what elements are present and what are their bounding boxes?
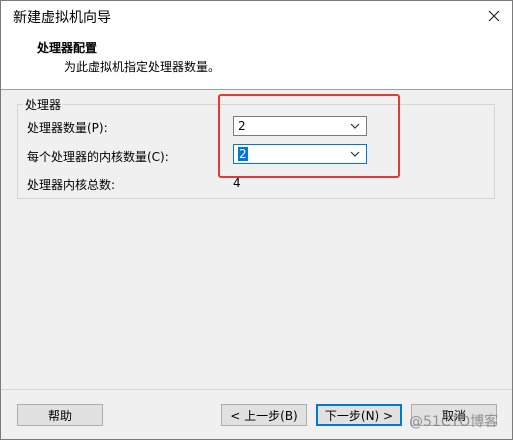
footer-divider bbox=[1, 389, 512, 390]
watermark: @51CTO博客 bbox=[409, 414, 499, 430]
close-button[interactable] bbox=[476, 1, 512, 31]
groupbox-legend: 处理器 bbox=[23, 96, 64, 113]
wizard-window: 新建虚拟机向导 处理器配置 为此虚拟机指定处理器数量。 处理器 处理器数量(P)… bbox=[0, 0, 513, 440]
window-title: 新建虚拟机向导 bbox=[13, 10, 111, 26]
back-button[interactable]: < 上一步(B) bbox=[221, 404, 307, 426]
title-bar: 新建虚拟机向导 bbox=[1, 1, 512, 31]
help-button[interactable]: 帮助 bbox=[17, 404, 103, 426]
page-title: 处理器配置 bbox=[37, 41, 98, 55]
wizard-header: 处理器配置 为此虚拟机指定处理器数量。 bbox=[1, 31, 512, 90]
annotation-highlight-box bbox=[218, 94, 400, 178]
total-cores-value: 4 bbox=[233, 176, 241, 190]
cores-label: 每个处理器的内核数量(C): bbox=[27, 150, 169, 164]
processors-label: 处理器数量(P): bbox=[27, 121, 108, 135]
next-button[interactable]: 下一步(N) > bbox=[316, 404, 402, 426]
close-icon bbox=[488, 10, 500, 22]
total-cores-label: 处理器内核总数: bbox=[27, 178, 116, 192]
page-subtitle: 为此虚拟机指定处理器数量。 bbox=[64, 60, 221, 74]
